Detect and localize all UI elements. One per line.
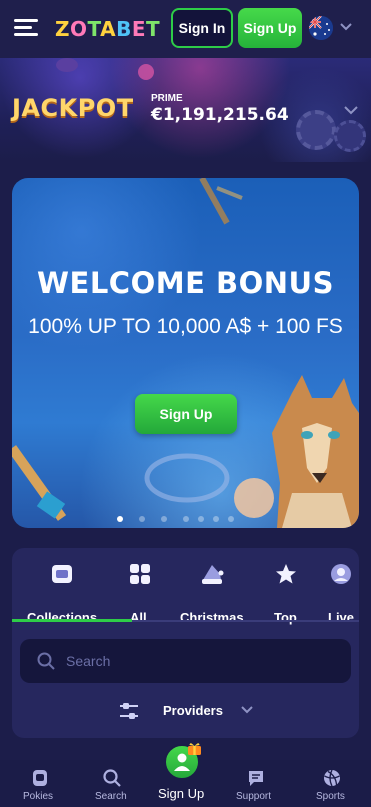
filter-sliders-icon xyxy=(120,703,138,719)
nav-label: Sports xyxy=(316,791,345,802)
game-categories-panel: Collections All Christmas Top Live Searc… xyxy=(12,548,359,738)
sign-in-button[interactable]: Sign In xyxy=(171,8,233,48)
carousel-dot[interactable] xyxy=(213,516,219,522)
language-chevron-down-icon[interactable] xyxy=(339,20,353,34)
banner-sign-up-button[interactable]: Sign Up xyxy=(135,394,237,434)
tab-top[interactable]: Top xyxy=(268,562,304,625)
collections-icon xyxy=(52,565,72,583)
banner-subtitle: 100% UP TO 10,000 A$ + 100 FS xyxy=(28,315,343,338)
carousel-dot[interactable] xyxy=(183,516,189,522)
tab-collections[interactable]: Collections xyxy=(12,562,112,625)
top-header: ZOTABET Sign In Sign Up xyxy=(0,0,371,58)
carousel-dot[interactable] xyxy=(198,516,204,522)
santa-hat-icon xyxy=(202,565,224,584)
active-tab-indicator xyxy=(12,619,132,622)
sign-up-button[interactable]: Sign Up xyxy=(238,8,302,48)
pokies-icon xyxy=(33,770,47,786)
decoration xyxy=(138,64,154,80)
australia-flag-icon[interactable] xyxy=(309,16,333,40)
carousel-dot[interactable] xyxy=(117,516,123,522)
decoration xyxy=(56,58,78,72)
banner-title: WELCOME BONUS xyxy=(37,266,334,300)
tab-live[interactable]: Live xyxy=(322,562,359,625)
tab-label: Christmas xyxy=(180,610,244,625)
search-icon xyxy=(103,769,121,787)
nav-item-pokies[interactable]: Pokies xyxy=(20,760,60,807)
tab-all[interactable]: All xyxy=(118,562,158,625)
jackpot-chevron-down-icon[interactable] xyxy=(343,104,359,116)
providers-label: Providers xyxy=(163,703,223,718)
coin-decoration xyxy=(234,478,274,518)
nav-item-sports[interactable]: Sports xyxy=(312,760,352,807)
star-icon xyxy=(276,564,296,584)
providers-dropdown[interactable]: Providers xyxy=(118,698,268,722)
tab-christmas[interactable]: Christmas xyxy=(174,562,254,625)
live-dealer-icon xyxy=(331,564,351,584)
search-input[interactable] xyxy=(66,649,336,673)
ball-icon xyxy=(324,769,340,787)
hamburger-menu-icon[interactable] xyxy=(14,17,40,39)
nav-label: Sign Up xyxy=(158,786,205,801)
carousel-dots xyxy=(12,516,359,524)
welcome-bonus-banner[interactable]: WELCOME BONUS 100% UP TO 10,000 A$ + 100… xyxy=(12,178,359,528)
casino-chip-decoration xyxy=(296,110,336,150)
chat-icon xyxy=(249,771,263,786)
tab-label: Live xyxy=(328,610,355,625)
chevron-down-icon xyxy=(241,706,253,714)
jackpot-amount: €1,191,215.64 xyxy=(151,105,289,125)
tab-label: Collections xyxy=(27,610,98,625)
shield-decoration xyxy=(144,453,230,503)
casino-chip-decoration xyxy=(334,120,366,152)
nav-label: Search xyxy=(95,791,127,802)
carousel-dot[interactable] xyxy=(161,516,167,522)
grid-icon xyxy=(130,564,150,584)
zotabet-logo[interactable]: ZOTABET xyxy=(55,14,160,44)
sword-decoration xyxy=(12,445,67,521)
search-icon xyxy=(37,652,55,670)
nav-label: Support xyxy=(236,791,272,802)
tab-label: Top xyxy=(274,610,297,625)
puma-illustration xyxy=(272,375,359,528)
jackpot-tier-label: PRIME xyxy=(151,93,183,104)
gift-icon xyxy=(188,743,201,755)
nav-item-search[interactable]: Search xyxy=(92,760,132,807)
carousel-dot[interactable] xyxy=(139,516,145,522)
search-box[interactable] xyxy=(20,639,351,683)
nav-item-support[interactable]: Support xyxy=(232,760,280,807)
tab-label: All xyxy=(130,610,147,625)
artifact-decoration xyxy=(199,178,243,225)
carousel-dot[interactable] xyxy=(228,516,234,522)
nav-label: Pokies xyxy=(23,791,54,802)
jackpot-banner[interactable]: JACKPOT PRIME €1,191,215.64 xyxy=(0,58,371,162)
jackpot-title: JACKPOT xyxy=(12,94,134,122)
